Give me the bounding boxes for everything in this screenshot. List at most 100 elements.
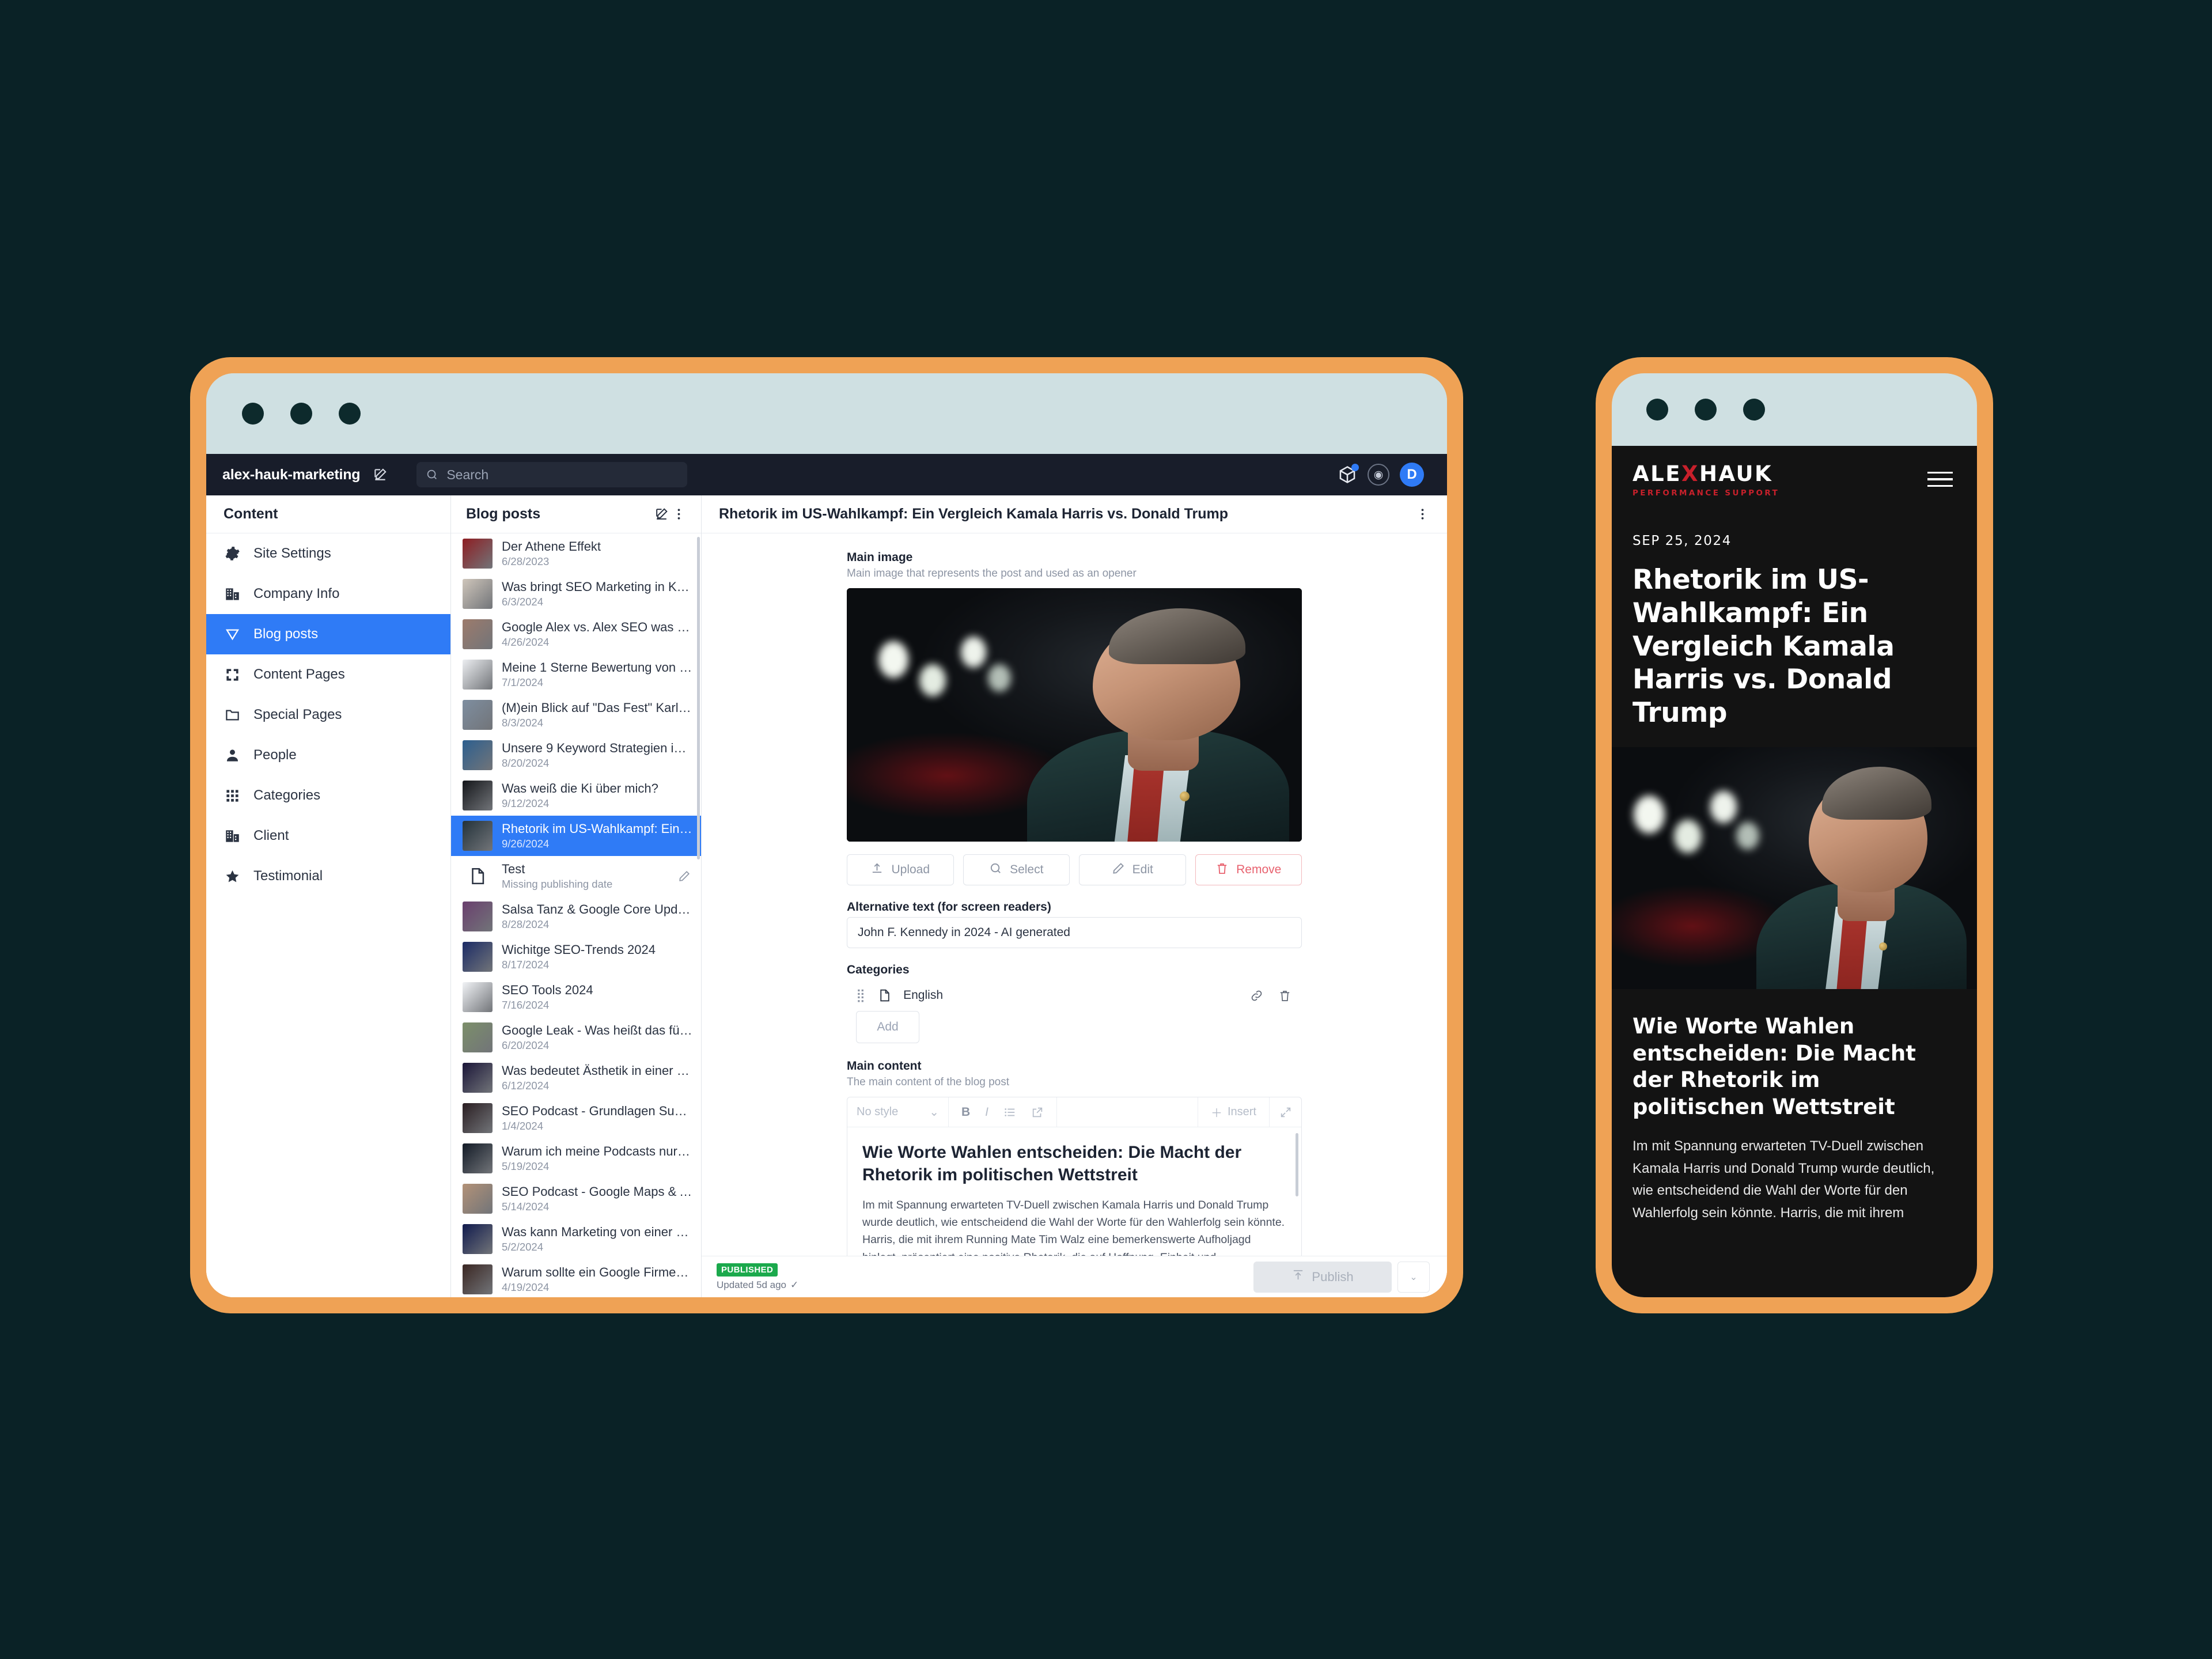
publish-options-button[interactable]: ⌄ [1397, 1261, 1430, 1293]
pencil-icon [1112, 862, 1125, 878]
list-item[interactable]: (M)ein Blick auf "Das Fest" Karlsr... 8/3… [451, 695, 701, 735]
list-item-thumbnail [463, 1103, 493, 1133]
list-item-thumbnail [463, 902, 493, 931]
list-item[interactable]: SEO Tools 2024 7/16/2024 [451, 977, 701, 1017]
main-image-preview[interactable] [847, 588, 1302, 842]
list-item[interactable]: Unsere 9 Keyword Strategien im S... 8/20/… [451, 735, 701, 775]
expand-corners-icon [224, 666, 241, 683]
trash-icon[interactable] [1278, 989, 1291, 1002]
brand-logo-tagline: PERFORMANCE SUPPORT [1633, 488, 1780, 498]
list-item-thumbnail [463, 942, 493, 972]
list-item-title: Google Leak - Was heißt das für S... [502, 1023, 693, 1037]
avatar[interactable]: D [1400, 463, 1424, 487]
sidebar-item-site-settings[interactable]: Site Settings [206, 533, 450, 574]
edit-button[interactable]: Edit [1079, 854, 1186, 885]
list-item-date: 8/28/2024 [502, 918, 550, 930]
upload-button[interactable]: Upload [847, 854, 954, 885]
list-item[interactable]: Rhetorik im US-Wahlkampf: Ein Ve... 9/26/… [451, 816, 701, 856]
list-item[interactable]: Google Alex vs. Alex SEO was brin... 4/26… [451, 614, 701, 654]
list-item-meta: SEO Podcast - Grundlagen Suchm... 1/4/202… [502, 1104, 693, 1132]
editor-scroll-area[interactable]: Main image Main image that represents th… [702, 533, 1447, 1256]
person-icon [224, 747, 241, 764]
list-item[interactable]: Was weiß die Ki über mich? 9/12/2024 [451, 775, 701, 816]
rte-scrollbar[interactable] [1296, 1133, 1298, 1196]
sidebar-item-categories[interactable]: Categories [206, 775, 450, 816]
list-item[interactable]: Warum sollte ein Google Firmenei... 4/19/… [451, 1259, 701, 1297]
list-item-thumbnail [463, 740, 493, 770]
alt-text-input[interactable]: John F. Kennedy in 2024 - AI generated [847, 917, 1302, 948]
list-scrollbar[interactable] [697, 537, 700, 859]
window-close-dot[interactable] [1646, 399, 1668, 421]
sidebar-item-content-pages[interactable]: Content Pages [206, 654, 450, 695]
bullet-list-icon[interactable] [1003, 1106, 1016, 1119]
list-item-date: 8/3/2024 [502, 717, 544, 729]
list-item[interactable]: SEO Podcast - Grundlagen Suchm... 1/4/202… [451, 1098, 701, 1138]
list-item[interactable]: SEO Podcast - Google Maps & Au... 5/14/20… [451, 1179, 701, 1219]
sidebar-item-people[interactable]: People [206, 735, 450, 775]
expand-icon[interactable] [1269, 1097, 1301, 1127]
publish-button[interactable]: Publish [1253, 1261, 1392, 1293]
article-hero-image [1612, 747, 1977, 989]
desktop-mockup-frame: alex-hauk-marketing Search ◉ D Content S… [190, 357, 1463, 1313]
pencil-square-icon[interactable] [370, 465, 390, 484]
insert-button[interactable]: ＋ Insert [1197, 1097, 1269, 1127]
list-item[interactable]: Test Missing publishing date [451, 856, 701, 896]
package-icon[interactable] [1338, 464, 1359, 484]
list-item[interactable]: Warum ich meine Podcasts nur be... 5/19/2… [451, 1138, 701, 1179]
sidebar-item-company-info[interactable]: Company Info [206, 574, 450, 614]
list-item[interactable]: Google Leak - Was heißt das für S... 6/20… [451, 1017, 701, 1058]
list-item[interactable]: Was kann Marketing von einer Ban... 5/2/2… [451, 1219, 701, 1259]
search-input[interactable]: Search [416, 462, 688, 487]
window-maximize-dot[interactable] [339, 403, 361, 425]
bold-button[interactable]: B [961, 1105, 970, 1119]
italic-button[interactable]: I [985, 1105, 988, 1119]
notification-badge [1351, 464, 1359, 471]
list-item[interactable]: Was bringt SEO Marketing in Karls... 6/3/… [451, 574, 701, 614]
list-item[interactable]: Der Athene Effekt 6/28/2023 [451, 533, 701, 574]
sidebar-item-client[interactable]: Client [206, 816, 450, 856]
rte-body[interactable]: Wie Worte Wahlen entscheiden: Die Macht … [847, 1127, 1301, 1256]
list-item[interactable]: Salsa Tanz & Google Core Update... 8/28/2… [451, 896, 701, 937]
list-item[interactable]: Wichitge SEO-Trends 2024 8/17/2024 [451, 937, 701, 977]
blog-posts-scroll-area[interactable]: Der Athene Effekt 6/28/2023 Was bringt SEO… [451, 533, 701, 1297]
remove-button[interactable]: Remove [1195, 854, 1302, 885]
sidebar-item-label: Blog posts [253, 626, 319, 642]
style-select[interactable]: No style ⌄ [847, 1097, 949, 1127]
kebab-menu-icon[interactable] [1415, 505, 1430, 524]
sidebar-item-testimonial[interactable]: Testimonial [206, 856, 450, 896]
pencil-icon[interactable] [678, 870, 693, 882]
list-item-date: Missing publishing date [502, 878, 613, 890]
article-title: Rhetorik im US-Wahlkampf: Ein Vergleich … [1633, 564, 1895, 729]
window-minimize-dot[interactable] [290, 403, 312, 425]
list-item-title: SEO Podcast - Grundlagen Suchm... [502, 1104, 693, 1118]
add-category-button[interactable]: Add [856, 1011, 919, 1043]
window-minimize-dot[interactable] [1695, 399, 1717, 421]
sidebar-item-special-pages[interactable]: Special Pages [206, 695, 450, 735]
list-item-meta: Warum sollte ein Google Firmenei... 4/19/… [502, 1265, 693, 1294]
funnel-icon [224, 626, 241, 643]
editor-column: Rhetorik im US-Wahlkampf: Ein Vergleich … [702, 495, 1447, 1297]
list-item-meta: Was weiß die Ki über mich? 9/12/2024 [502, 781, 693, 810]
window-close-dot[interactable] [242, 403, 264, 425]
building-icon [224, 585, 241, 603]
insert-label: Insert [1227, 1105, 1256, 1118]
list-item[interactable]: Meine 1 Sterne Bewertung von Go... 7/1/20… [451, 654, 701, 695]
external-link-icon[interactable] [1031, 1106, 1044, 1119]
status-left: PUBLISHED Updated 5d ago ✓ [717, 1263, 798, 1291]
help-circle-icon[interactable]: ◉ [1368, 464, 1389, 486]
sidebar-item-blog-posts[interactable]: Blog posts [206, 614, 450, 654]
list-item[interactable]: Was bedeutet Ästhetik in einer Su... 6/12… [451, 1058, 701, 1098]
category-row[interactable]: ⣿ English [847, 980, 1302, 1011]
brand-logo[interactable]: ALE X HAUK PERFORMANCE SUPPORT [1633, 461, 1779, 498]
hamburger-menu-icon[interactable] [1927, 471, 1953, 487]
select-button[interactable]: Select [963, 854, 1070, 885]
pencil-square-icon[interactable] [652, 505, 671, 524]
list-item-title: Unsere 9 Keyword Strategien im S... [502, 741, 693, 755]
alt-text-label: Alternative text (for screen readers) [847, 900, 1051, 914]
link-icon[interactable] [1250, 989, 1263, 1002]
app-topbar: alex-hauk-marketing Search ◉ D [206, 454, 1447, 495]
window-maximize-dot[interactable] [1743, 399, 1765, 421]
kebab-menu-icon[interactable] [671, 505, 686, 524]
drag-handle-icon[interactable]: ⣿ [856, 989, 866, 1002]
list-item-date: 6/3/2024 [502, 596, 544, 608]
